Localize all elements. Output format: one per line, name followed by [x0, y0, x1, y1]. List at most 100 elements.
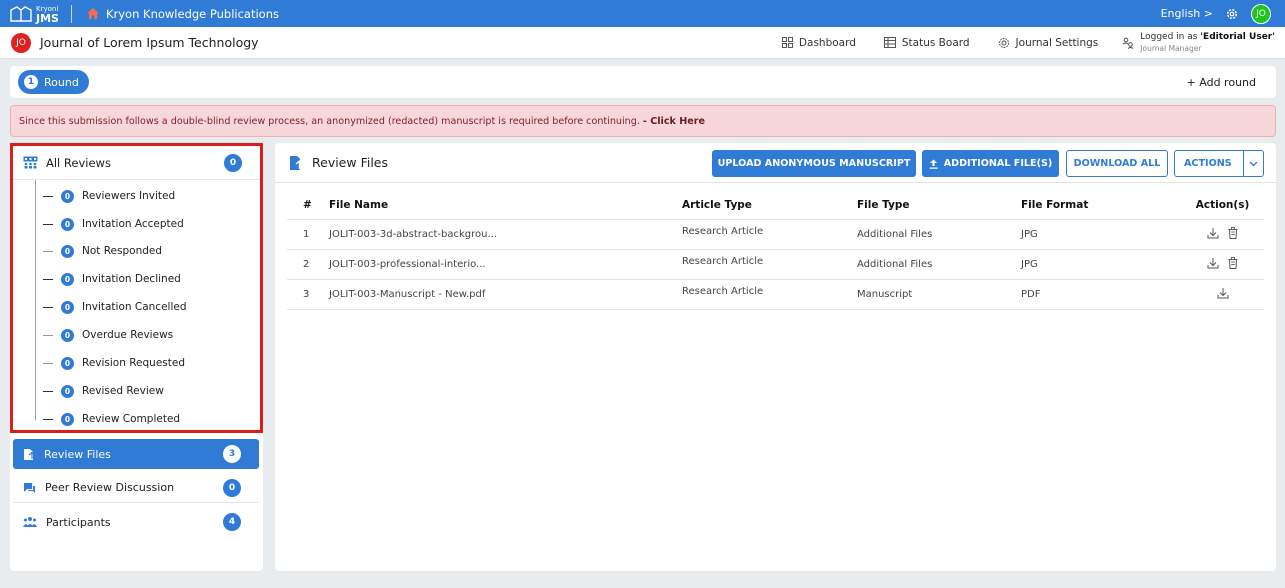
status-label: Revised Review [82, 385, 164, 397]
sidebar-item-review-completed[interactable]: 0 Review Completed [43, 410, 180, 428]
article-type: Research Article [682, 279, 857, 310]
board-icon [883, 37, 896, 48]
alert-message: Since this submission follows a double-b… [19, 115, 640, 127]
peer-review-discussion-count: 0 [223, 478, 241, 497]
tree-branch [43, 362, 53, 364]
tree-branch [43, 306, 53, 308]
status-count: 0 [61, 217, 74, 231]
tree-connector-line [35, 180, 36, 420]
status-count: 0 [61, 328, 74, 342]
table-row: 1 JOLIT-003-3d-abstract-backgrou... Rese… [287, 219, 1264, 250]
sidebar-item-invitation-accepted[interactable]: 0 Invitation Accepted [43, 215, 184, 233]
participants-label: Participants [46, 515, 111, 529]
sidebar-item-revision-requested[interactable]: 0 Revision Requested [43, 354, 185, 372]
col-header-file-format: File Format [1021, 191, 1181, 220]
publisher-title: Kryon Knowledge Publications [105, 6, 279, 21]
sidebar-item-reviewers-invited[interactable]: 0 Reviewers Invited [43, 187, 175, 205]
tree-branch [43, 278, 53, 280]
sidebar-item-invitation-declined[interactable]: 0 Invitation Declined [43, 270, 181, 288]
row-actions [1181, 219, 1264, 250]
nav-status-board[interactable]: Status Board [883, 37, 970, 49]
chat-icon [24, 482, 35, 493]
status-label: Review Completed [82, 413, 181, 425]
language-selector[interactable]: English > [1161, 7, 1213, 20]
logged-in-username: 'Editorial User' [1200, 31, 1275, 42]
additional-files-button[interactable]: ADDITIONAL FILE(S) [922, 150, 1059, 177]
tree-branch [43, 390, 53, 392]
round-bar: 1 Round + Add round [10, 66, 1276, 98]
download-icon[interactable] [1217, 287, 1229, 299]
logged-in-user[interactable]: Logged in as 'Editorial User' Journal Ma… [1122, 32, 1275, 54]
file-type: Additional Files [857, 249, 1021, 280]
row-number: 2 [287, 249, 329, 280]
file-type: Manuscript [857, 279, 1021, 310]
app-logo[interactable]: Kryoni JMS [0, 0, 59, 27]
file-name-link[interactable]: JOLIT-003-Manuscript - New.pdf [329, 279, 682, 310]
journal-title[interactable]: Journal of Lorem Ipsum Technology [40, 35, 259, 50]
sidebar-item-revised-review[interactable]: 0 Revised Review [43, 382, 164, 400]
col-header-file-name: File Name [329, 191, 682, 220]
logged-in-line: Logged in as 'Editorial User' [1140, 32, 1275, 43]
download-all-button[interactable]: DOWNLOAD ALL [1066, 150, 1168, 177]
reviews-status-group: All Reviews 0 0 Reviewers Invited 0 Invi… [10, 143, 263, 433]
nav-journal-settings-label: Journal Settings [1015, 36, 1099, 49]
status-label: Invitation Accepted [82, 218, 184, 230]
nav-dashboard[interactable]: Dashboard [781, 36, 856, 49]
grid-icon [781, 37, 793, 48]
add-round-button[interactable]: + Add round [1187, 76, 1256, 89]
peer-review-discussion-label: Peer Review Discussion [45, 481, 175, 494]
all-reviews-count: 0 [224, 153, 242, 172]
trash-icon[interactable] [1228, 256, 1238, 269]
participants-icon [23, 517, 37, 527]
status-count: 0 [61, 356, 74, 370]
reviewers-icon [23, 156, 38, 169]
sidebar-item-not-responded[interactable]: 0 Not Responded [43, 242, 162, 260]
status-label: Invitation Declined [82, 273, 181, 285]
status-label: Reviewers Invited [82, 190, 176, 202]
round-tab[interactable]: 1 Round [18, 70, 89, 94]
gear-icon[interactable] [1225, 7, 1239, 21]
status-label: Overdue Reviews [82, 329, 174, 341]
upload-anonymous-manuscript-button[interactable]: UPLOAD ANONYMOUS MANUSCRIPT [712, 150, 916, 177]
tree-branch [43, 334, 53, 336]
participants-count: 4 [223, 513, 241, 531]
alert-click-here-link[interactable]: - Click Here [643, 116, 705, 127]
sidebar-item-participants[interactable]: Participants 4 [13, 507, 259, 537]
trash-icon[interactable] [1228, 226, 1238, 239]
anonymization-alert: Since this submission follows a double-b… [10, 105, 1276, 137]
table-row: 2 JOLIT-003-professional-interio... Rese… [287, 249, 1264, 280]
sidebar-item-overdue-reviews[interactable]: 0 Overdue Reviews [43, 326, 173, 344]
status-label: Invitation Cancelled [82, 301, 187, 313]
sidebar-item-review-files[interactable]: Review Files 3 [13, 439, 259, 469]
article-type: Research Article [682, 219, 857, 250]
actions-dropdown-button[interactable]: ACTIONS [1174, 150, 1264, 177]
logged-in-prefix: Logged in as [1140, 31, 1201, 42]
sidebar-item-invitation-cancelled[interactable]: 0 Invitation Cancelled [43, 298, 187, 316]
panel-title: Review Files [289, 155, 388, 171]
publisher-home-link[interactable]: Kryon Knowledge Publications [86, 7, 279, 21]
chevron-down-icon[interactable] [1243, 151, 1263, 176]
sidebar-item-peer-review-discussion[interactable]: Peer Review Discussion 0 [13, 473, 259, 503]
sidebar-item-all-reviews[interactable]: All Reviews 0 [13, 146, 260, 180]
row-number: 3 [287, 279, 329, 310]
logo-big-text: JMS [36, 11, 59, 25]
download-icon[interactable] [1207, 227, 1219, 239]
col-header-actions: Action(s) [1181, 191, 1264, 220]
user-avatar[interactable]: JO [1251, 3, 1271, 24]
nav-journal-settings[interactable]: Journal Settings [998, 36, 1099, 49]
file-name-link[interactable]: JOLIT-003-professional-interio... [329, 249, 682, 280]
status-count: 0 [61, 384, 74, 398]
upload-icon [929, 159, 938, 169]
status-count: 0 [61, 272, 74, 286]
nav-dashboard-label: Dashboard [798, 36, 856, 49]
topbar-divider [70, 4, 72, 23]
review-files-count: 3 [223, 445, 241, 463]
tree-branch [43, 250, 53, 252]
round-number: 1 [24, 75, 38, 89]
download-icon[interactable] [1207, 257, 1219, 269]
file-name-link[interactable]: JOLIT-003-3d-abstract-backgrou... [329, 219, 682, 250]
table-row: 3 JOLIT-003-Manuscript - New.pdf Researc… [287, 279, 1264, 310]
home-icon [86, 8, 99, 19]
row-number: 1 [287, 219, 329, 250]
panel-title-text: Review Files [312, 155, 389, 170]
